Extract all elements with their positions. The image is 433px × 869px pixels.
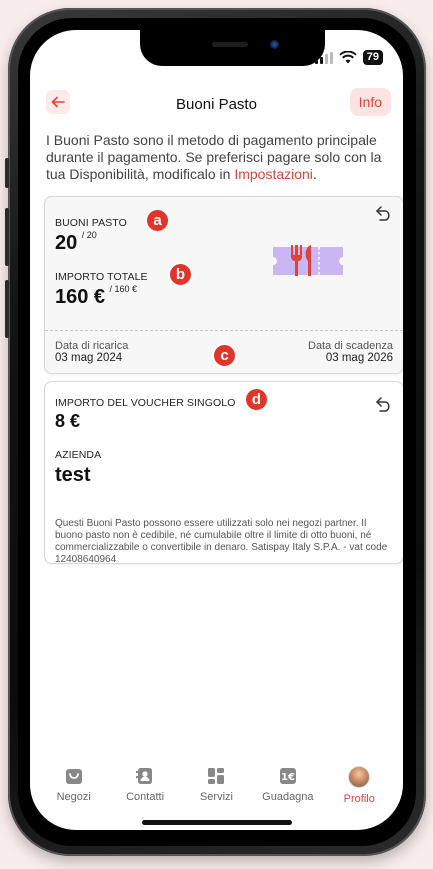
- voucher-summary-card: BUONI PASTO 20 / 20 IMPORTO TOTALE 160 €…: [44, 196, 403, 374]
- undo-icon[interactable]: [375, 396, 393, 412]
- voucher-detail-card: IMPORTO DEL VOUCHER SINGOLO 8 € AZIENDA …: [44, 381, 403, 565]
- settings-link[interactable]: Impostazioni: [234, 166, 313, 182]
- card-divider: [45, 330, 403, 331]
- nav-label: Contatti: [126, 791, 165, 803]
- info-button[interactable]: Info: [349, 88, 391, 116]
- volume-down-button: [5, 280, 9, 338]
- ricarica-block: Data di ricarica 03 mag 2024: [55, 340, 128, 364]
- annotation-marker-b: b: [168, 262, 193, 287]
- screen: 79 Buoni Pasto Info I Buoni Pasto sono i…: [30, 30, 403, 830]
- meal-voucher-icon: [273, 245, 343, 276]
- notch: [140, 30, 325, 66]
- bottom-nav: Negozi Contatti Servizi 1€ Guadagna Prof…: [30, 766, 403, 816]
- shop-icon: [65, 769, 82, 784]
- intro-body: I Buoni Pasto sono il metodo di pagament…: [46, 132, 382, 182]
- silent-switch: [5, 158, 9, 188]
- avatar: [348, 766, 371, 788]
- nav-item-servizi[interactable]: Servizi: [183, 766, 249, 803]
- home-indicator[interactable]: [142, 820, 292, 825]
- buoni-pasto-total: / 20: [81, 230, 97, 240]
- page-title: Buoni Pasto: [176, 96, 257, 113]
- buoni-pasto-count: 20 / 20: [55, 230, 97, 255]
- scadenza-block: Data di scadenza 03 mag 2026: [308, 340, 393, 364]
- battery-badge: 79: [362, 50, 383, 65]
- buoni-pasto-value: 20: [55, 232, 78, 254]
- front-camera: [270, 40, 279, 49]
- azienda-label: AZIENDA: [55, 449, 102, 461]
- azienda-value: test: [55, 464, 91, 486]
- cashback-icon: 1€: [279, 768, 296, 784]
- status-icons: 79: [314, 50, 383, 65]
- importo-totale-value: 160 €: [55, 286, 106, 308]
- nav-label: Negozi: [56, 791, 91, 803]
- nav-item-contatti[interactable]: Contatti: [112, 766, 178, 803]
- annotation-marker-a: a: [145, 208, 170, 233]
- annotation-marker-d: d: [244, 387, 269, 412]
- signal-icon: [314, 51, 333, 64]
- importo-totale-label: IMPORTO TOTALE: [55, 271, 148, 283]
- header: Buoni Pasto Info: [30, 88, 403, 128]
- nav-label: Servizi: [199, 791, 233, 803]
- undo-icon[interactable]: [375, 205, 393, 221]
- intro-text: I Buoni Pasto sono il metodo di pagament…: [46, 132, 391, 183]
- intro-suffix: .: [312, 166, 317, 182]
- nav-item-profilo[interactable]: Profilo: [326, 766, 392, 805]
- importo-totale-total: / 160 €: [109, 284, 138, 294]
- ricarica-date: 03 mag 2024: [55, 352, 123, 364]
- nav-label: Profilo: [343, 793, 375, 805]
- contacts-icon: [136, 768, 153, 784]
- scadenza-date: 03 mag 2026: [325, 352, 393, 364]
- services-icon: [208, 768, 225, 784]
- ricarica-label: Data di ricarica: [55, 340, 129, 352]
- scadenza-label: Data di scadenza: [308, 340, 393, 352]
- annotation-marker-c: c: [212, 343, 237, 368]
- disclaimer-text: Questi Buoni Pasto possono essere utiliz…: [55, 518, 388, 565]
- wifi-icon: [339, 51, 357, 64]
- voucher-singolo-value: 8 €: [55, 411, 81, 431]
- status-bar: 79: [30, 30, 403, 86]
- nav-item-guadagna[interactable]: 1€ Guadagna: [255, 766, 321, 803]
- svg-text:1€: 1€: [281, 772, 295, 783]
- nav-label: Guadagna: [262, 791, 314, 803]
- buoni-pasto-label: BUONI PASTO: [55, 217, 127, 229]
- volume-up-button: [5, 208, 9, 266]
- voucher-singolo-label: IMPORTO DEL VOUCHER SINGOLO: [55, 397, 236, 409]
- importo-totale-amount: 160 € / 160 €: [55, 284, 138, 309]
- speaker-grille: [212, 42, 248, 47]
- nav-item-negozi[interactable]: Negozi: [41, 766, 107, 803]
